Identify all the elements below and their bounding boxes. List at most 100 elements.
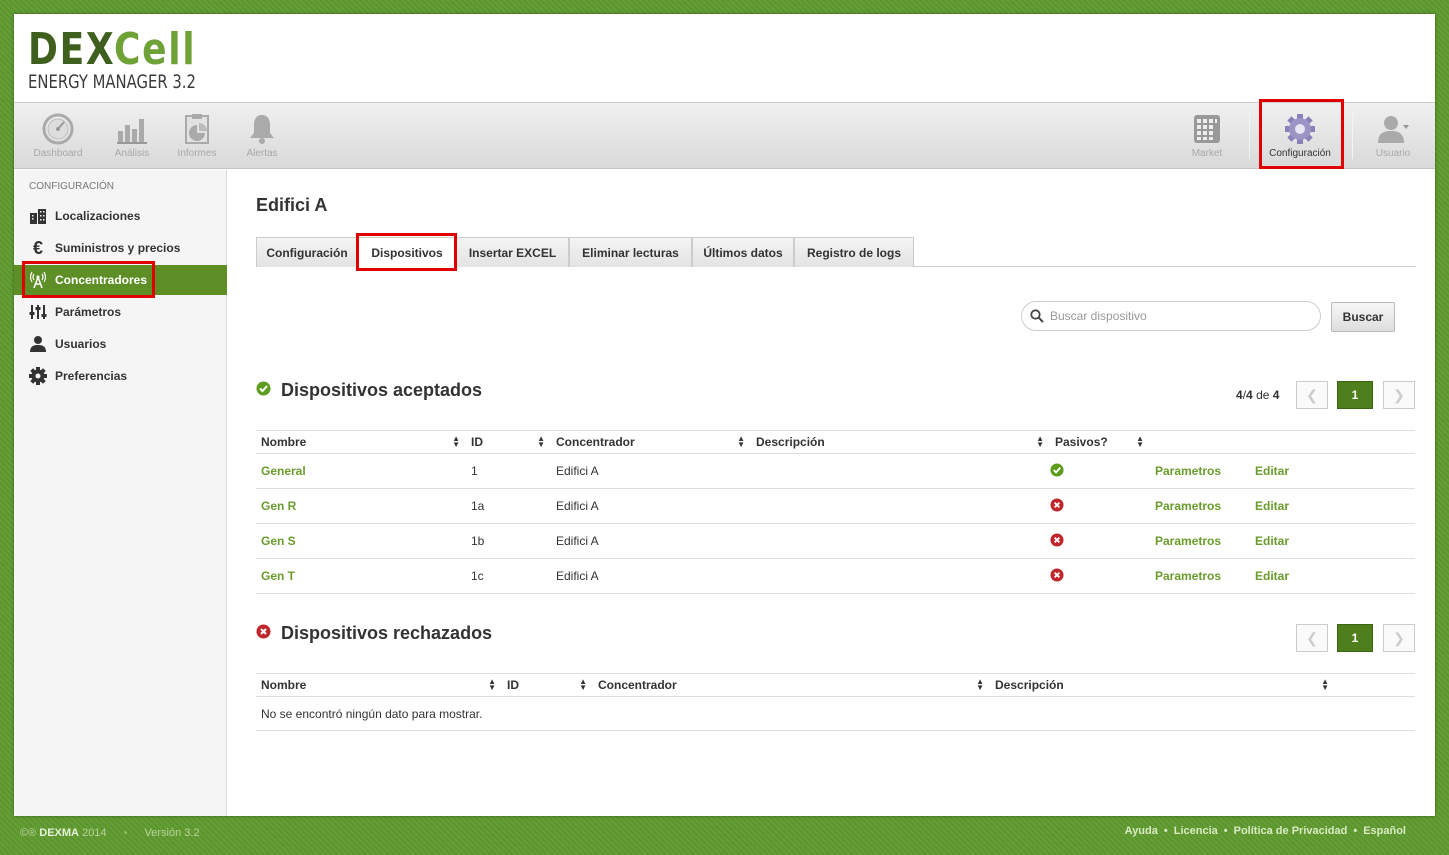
footer-link-idioma[interactable]: Español bbox=[1363, 825, 1406, 837]
tab-ultimos-datos[interactable]: Últimos datos bbox=[692, 237, 794, 267]
sidebar-item-label: Preferencias bbox=[55, 369, 128, 383]
toolbar-label: Informes bbox=[177, 148, 217, 159]
report-icon bbox=[185, 114, 209, 144]
main-toolbar: Dashboard Análisis Informes Alertas Mark… bbox=[14, 103, 1435, 169]
col-pasivos[interactable]: Pasivos? ▲ ▼ bbox=[1050, 430, 1150, 454]
header-label: Descripción bbox=[995, 678, 1064, 692]
device-name-link[interactable]: Gen R bbox=[256, 488, 466, 524]
toolbar-alertas[interactable]: Alertas bbox=[230, 111, 294, 159]
tab-registro-logs[interactable]: Registro de logs bbox=[794, 237, 914, 267]
device-concentrator: Edifici A bbox=[551, 558, 751, 594]
device-name-link[interactable]: Gen S bbox=[256, 523, 466, 559]
col-empty bbox=[1335, 673, 1415, 697]
col-descripcion[interactable]: Descripción ▲ ▼ bbox=[751, 430, 1050, 454]
logo[interactable]: DEXCell ENERGY MANAGER 3.2 bbox=[28, 28, 243, 93]
toolbar-label: Market bbox=[1191, 148, 1223, 159]
toolbar-usuario[interactable]: Usuario bbox=[1361, 111, 1425, 159]
device-id: 1 bbox=[466, 453, 551, 489]
parametros-link[interactable]: Parametros bbox=[1150, 488, 1250, 524]
parametros-link[interactable]: Parametros bbox=[1150, 453, 1250, 489]
sliders-icon bbox=[29, 303, 47, 321]
sidebar-item-label: Suministros y precios bbox=[55, 241, 181, 255]
pager-next-button[interactable]: ❯ bbox=[1383, 381, 1415, 409]
pager-prev-button[interactable]: ❮ bbox=[1296, 624, 1328, 652]
error-circle-icon bbox=[1050, 567, 1064, 585]
user-menu-icon bbox=[1378, 116, 1409, 143]
col-descripcion[interactable]: Descripción ▲ ▼ bbox=[990, 673, 1335, 697]
toolbar-dashboard[interactable]: Dashboard bbox=[26, 111, 90, 159]
toolbar-label: Dashboard bbox=[33, 148, 83, 159]
table-row: Gen R 1a Edifici A Parametros Editar bbox=[256, 488, 1415, 524]
sort-icon: ▲ ▼ bbox=[488, 677, 496, 692]
tab-dispositivos[interactable]: Dispositivos bbox=[358, 237, 456, 268]
table-row: No se encontró ningún dato para mostrar. bbox=[256, 696, 1415, 731]
footer-year: 2014 bbox=[79, 827, 107, 839]
footer-link-licencia[interactable]: Licencia bbox=[1174, 825, 1218, 837]
pager-prev-button[interactable]: ❮ bbox=[1296, 381, 1328, 409]
pager-to: 4 bbox=[1246, 388, 1253, 402]
sidebar-item-parametros[interactable]: Parámetros bbox=[14, 297, 227, 327]
device-concentrator: Edifici A bbox=[551, 488, 751, 524]
sort-icon: ▲ ▼ bbox=[737, 434, 745, 449]
footer-link-ayuda[interactable]: Ayuda bbox=[1125, 825, 1158, 837]
tab-bar: Configuración Dispositivos Insertar EXCE… bbox=[256, 237, 1416, 268]
sort-icon: ▲ ▼ bbox=[1136, 434, 1144, 449]
editar-link[interactable]: Editar bbox=[1250, 523, 1415, 559]
col-id[interactable]: ID ▲ ▼ bbox=[466, 430, 551, 454]
sort-icon: ▲ ▼ bbox=[452, 434, 460, 449]
table-row: Gen T 1c Edifici A Parametros Editar bbox=[256, 558, 1415, 594]
device-concentrator: Edifici A bbox=[551, 523, 751, 559]
tab-configuracion[interactable]: Configuración bbox=[256, 237, 358, 267]
editar-link[interactable]: Editar bbox=[1250, 488, 1415, 524]
col-concentrador[interactable]: Concentrador ▲ ▼ bbox=[593, 673, 990, 697]
toolbar-divider bbox=[1352, 113, 1353, 159]
toolbar-market[interactable]: Market bbox=[1175, 111, 1239, 159]
editar-link[interactable]: Editar bbox=[1250, 453, 1415, 489]
search-icon bbox=[1030, 309, 1044, 323]
calculator-grid-icon bbox=[1194, 115, 1220, 143]
pager-page-button[interactable]: 1 bbox=[1337, 624, 1373, 652]
sidebar-item-usuarios[interactable]: Usuarios bbox=[14, 329, 227, 359]
header-label: Descripción bbox=[756, 435, 825, 449]
toolbar-configuracion[interactable]: Configuración bbox=[1266, 111, 1334, 159]
pager-next-button[interactable]: ❯ bbox=[1383, 624, 1415, 652]
sidebar: CONFIGURACIÓN Localizaciones € Suministr… bbox=[14, 170, 227, 816]
device-passive bbox=[1050, 558, 1150, 594]
footer-link-privacidad[interactable]: Política de Privacidad bbox=[1234, 825, 1348, 837]
device-name-link[interactable]: Gen T bbox=[256, 558, 466, 594]
editar-link[interactable]: Editar bbox=[1250, 558, 1415, 594]
toolbar-label: Configuración bbox=[1269, 148, 1331, 159]
parametros-link[interactable]: Parametros bbox=[1150, 523, 1250, 559]
sidebar-item-label: Concentradores bbox=[55, 273, 148, 287]
sort-icon: ▲ ▼ bbox=[1036, 434, 1044, 449]
col-nombre[interactable]: Nombre ▲ ▼ bbox=[256, 673, 502, 697]
sidebar-item-localizaciones[interactable]: Localizaciones bbox=[14, 201, 227, 231]
col-actions-1 bbox=[1150, 430, 1250, 454]
search-input[interactable] bbox=[1050, 309, 1310, 323]
sidebar-item-suministros[interactable]: € Suministros y precios bbox=[14, 233, 227, 263]
parametros-link[interactable]: Parametros bbox=[1150, 558, 1250, 594]
search-field[interactable] bbox=[1021, 301, 1321, 331]
tab-eliminar-lecturas[interactable]: Eliminar lecturas bbox=[569, 237, 692, 267]
tab-insertar-excel[interactable]: Insertar EXCEL bbox=[456, 237, 569, 267]
toolbar-label: Usuario bbox=[1375, 148, 1411, 159]
buildings-icon bbox=[29, 207, 47, 225]
col-concentrador[interactable]: Concentrador ▲ ▼ bbox=[551, 430, 751, 454]
pager-page-button[interactable]: 1 bbox=[1337, 381, 1373, 409]
toolbar-informes[interactable]: Informes bbox=[165, 111, 229, 159]
bar-chart-icon bbox=[117, 119, 147, 144]
col-id[interactable]: ID ▲ ▼ bbox=[502, 673, 593, 697]
error-circle-icon bbox=[1050, 532, 1064, 550]
euro-icon: € bbox=[32, 237, 43, 258]
toolbar-label: Alertas bbox=[246, 148, 278, 159]
sidebar-item-concentradores[interactable]: Concentradores bbox=[14, 265, 227, 295]
sidebar-item-preferencias[interactable]: Preferencias bbox=[14, 361, 227, 391]
device-passive bbox=[1050, 453, 1150, 489]
page-title: Edifici A bbox=[256, 195, 328, 215]
col-nombre[interactable]: Nombre ▲ ▼ bbox=[256, 430, 466, 454]
toolbar-analisis[interactable]: Análisis bbox=[100, 111, 164, 159]
search-button[interactable]: Buscar bbox=[1331, 302, 1395, 332]
error-circle-icon bbox=[256, 623, 271, 644]
header: DEXCell ENERGY MANAGER 3.2 bbox=[14, 14, 1435, 103]
device-name-link[interactable]: General bbox=[256, 453, 466, 489]
